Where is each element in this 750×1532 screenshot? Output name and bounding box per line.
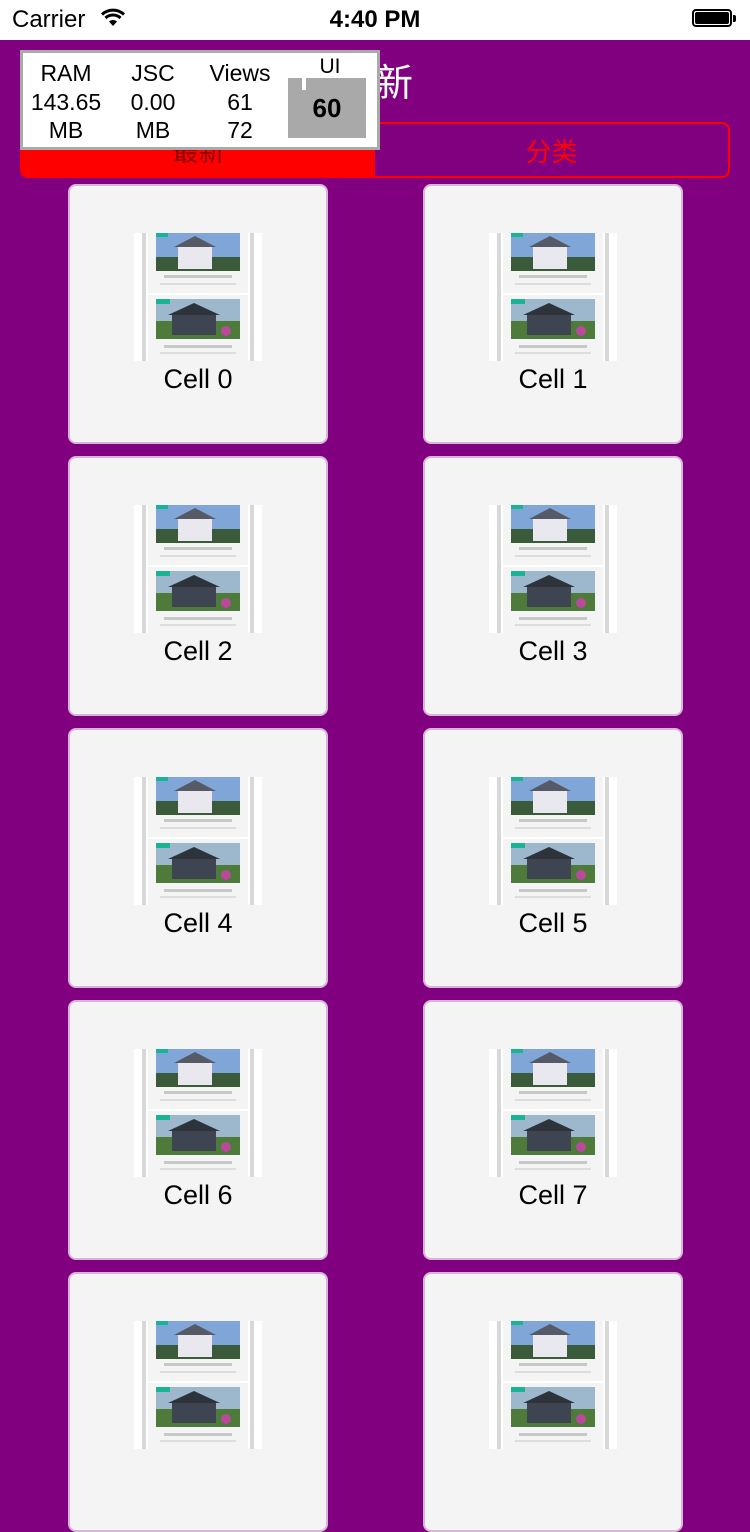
cell-thumbnail xyxy=(489,233,617,361)
cell-label: Cell 5 xyxy=(518,908,588,938)
cell-thumbnail xyxy=(489,777,617,905)
cell-label: Cell 2 xyxy=(163,636,233,666)
cell-thumbnail xyxy=(489,1321,617,1449)
perf-jsc-unit: MB xyxy=(135,117,171,143)
clock: 4:40 PM xyxy=(329,6,421,33)
cell-label: Cell 4 xyxy=(163,908,233,938)
perf-jsc: JSC 0.00 MB xyxy=(108,59,198,145)
perf-jsc-value: 0.00 xyxy=(130,88,176,115)
grid-cell[interactable]: Cell 0 xyxy=(68,184,328,444)
grid-cell[interactable]: Cell 1 xyxy=(423,184,683,444)
perf-views-value2: 72 xyxy=(227,117,253,143)
perf-monitor[interactable]: RAM 143.65 MB JSC 0.00 MB Views 61 72 UI… xyxy=(20,50,380,150)
cell-thumbnail xyxy=(134,1049,262,1177)
perf-ui-graph-spike xyxy=(302,78,306,90)
cell-thumbnail xyxy=(489,505,617,633)
grid-cell[interactable]: Cell 5 xyxy=(423,728,683,988)
cell-label: Cell 7 xyxy=(518,1180,588,1210)
segment-category[interactable]: 分类 xyxy=(375,124,728,176)
grid-cell[interactable]: Cell 7 xyxy=(423,1000,683,1260)
cell-thumbnail xyxy=(134,505,262,633)
grid-cell[interactable]: Cell 4 xyxy=(68,728,328,988)
grid-cell[interactable]: Cell 3 xyxy=(423,456,683,716)
perf-views: Views 61 72 xyxy=(195,59,285,145)
perf-views-label: Views xyxy=(209,60,271,86)
perf-ram-unit: MB xyxy=(48,117,84,143)
cell-thumbnail xyxy=(134,233,262,361)
perf-ui-label: UI xyxy=(319,55,341,78)
status-bar: Carrier 4:40 PM xyxy=(0,0,750,40)
perf-jsc-label: JSC xyxy=(131,60,175,86)
cell-label: Cell 1 xyxy=(518,364,588,394)
perf-ram-value: 143.65 xyxy=(30,88,102,115)
grid-cell[interactable] xyxy=(68,1272,328,1532)
cell-thumbnail xyxy=(134,777,262,905)
cell-label: Cell 3 xyxy=(518,636,588,666)
perf-ui-fps: 60 xyxy=(288,78,366,138)
perf-ram: RAM 143.65 MB xyxy=(21,59,111,145)
cell-label: Cell 6 xyxy=(163,1180,233,1210)
cell-thumbnail xyxy=(134,1321,262,1449)
grid-cell[interactable]: Cell 6 xyxy=(68,1000,328,1260)
cell-label: Cell 0 xyxy=(163,364,233,394)
grid-cell[interactable]: Cell 2 xyxy=(68,456,328,716)
battery-icon xyxy=(692,9,738,29)
perf-ram-label: RAM xyxy=(40,60,92,86)
perf-views-value: 61 xyxy=(227,88,253,115)
cell-thumbnail xyxy=(489,1049,617,1177)
grid-cell[interactable] xyxy=(423,1272,683,1532)
